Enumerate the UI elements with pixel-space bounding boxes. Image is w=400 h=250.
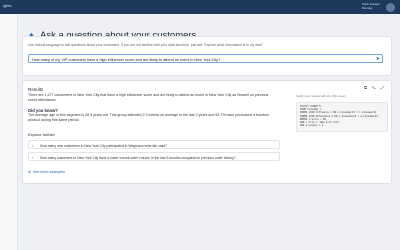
- panel-action-icons[interactable]: ⧉ ✎ ⤢: [364, 85, 386, 90]
- question-card: Use natural language to ask questions ab…: [22, 36, 392, 76]
- plus-icon: ⊕: [28, 170, 32, 174]
- question-input-value: How many of my VIP customers have a high…: [32, 57, 221, 62]
- explore-item-label: How many customers in New York City have…: [40, 155, 236, 160]
- question-input[interactable]: How many of my VIP customers have a high…: [28, 54, 383, 63]
- explore-item-label: How many new customers in New York City …: [40, 143, 168, 148]
- results-title: Results: [28, 87, 44, 92]
- chevron-right-icon: ›: [32, 142, 34, 148]
- question-hint: Use natural language to ask questions ab…: [28, 43, 263, 47]
- see-more-label: See more examples: [33, 170, 65, 174]
- sql-panel: ⧉ ✎ ⤢ Verify your results with the SQL q…: [296, 85, 388, 181]
- sidebar: [0, 14, 18, 250]
- app-brand: ights: [3, 3, 12, 8]
- did-you-know-text: The average age of this segment is 28.9 …: [28, 113, 270, 122]
- results-text: There are 1,277 consumers in New York Ci…: [28, 93, 269, 102]
- send-icon[interactable]: ➤: [376, 56, 380, 62]
- user-org: Dunsley: [361, 5, 373, 10]
- chevron-right-icon: ›: [32, 154, 34, 160]
- explore-item[interactable]: › How many new customers in New York Cit…: [28, 140, 280, 149]
- sql-query-box[interactable]: SELECT COUNT(*) FROM Consumer c INNER JO…: [296, 102, 388, 132]
- user-info[interactable]: Kevin Hauger Dunsley: [361, 2, 380, 10]
- results-card: Results There are 1,277 consumers in New…: [22, 80, 392, 184]
- avatar[interactable]: [386, 3, 395, 12]
- see-more-link[interactable]: ⊕ See more examples: [28, 170, 65, 174]
- top-bar: ights Kevin Hauger Dunsley: [0, 0, 400, 14]
- explore-item[interactable]: › How many customers in New York City ha…: [28, 152, 280, 161]
- explore-title: Explore further:: [28, 132, 56, 137]
- sql-hint: Verify your results with the SQL query: [296, 94, 347, 98]
- sql-query-text: SELECT COUNT(*) FROM Consumer c INNER JO…: [300, 105, 378, 128]
